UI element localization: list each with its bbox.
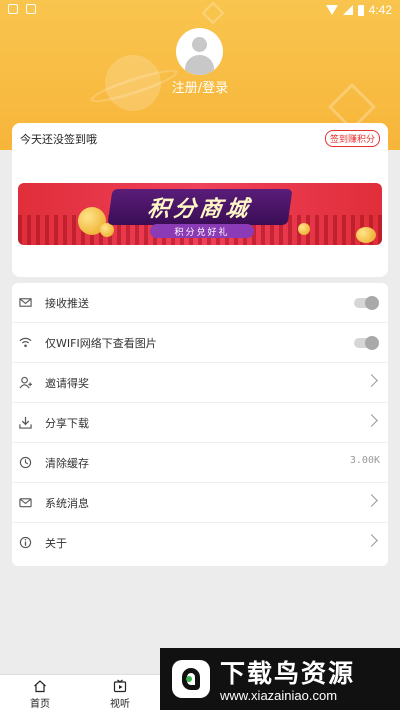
signal-icon: [342, 5, 353, 15]
mail-icon: [19, 298, 32, 307]
watermark-url: www.xiazainiao.com: [220, 688, 338, 703]
watermark-overlay: 下载鸟资源 www.xiazainiao.com: [160, 648, 400, 710]
bird-logo-icon: [172, 660, 210, 698]
banner-subtitle: 积分兑好礼: [174, 227, 230, 238]
coin-icon: [356, 227, 376, 243]
banner-subtitle-box: 积分兑好礼: [150, 224, 254, 238]
wifi-status-icon: [325, 5, 338, 15]
menu-item-label: 分享下载: [45, 417, 89, 430]
tab-label: 视听: [110, 699, 130, 710]
menu-item-system-messages[interactable]: 系统消息: [12, 483, 388, 523]
user-add-icon: [19, 376, 32, 389]
avatar[interactable]: [176, 28, 223, 75]
wifi-images-toggle[interactable]: [354, 336, 379, 350]
chevron-right-icon: [365, 534, 378, 547]
tab-label: 首页: [30, 699, 50, 710]
chevron-right-icon: [365, 374, 378, 387]
tab-home[interactable]: 首页: [15, 677, 65, 710]
signin-button[interactable]: 签到赚积分: [324, 130, 380, 147]
menu-item-invite[interactable]: 邀请得奖: [12, 363, 388, 403]
menu-item-about[interactable]: 关于: [12, 523, 388, 563]
coin-icon: [298, 223, 310, 235]
push-toggle[interactable]: [354, 296, 379, 310]
menu-item-push[interactable]: 接收推送: [12, 283, 388, 323]
menu-item-label: 邀请得奖: [45, 377, 89, 390]
chevron-right-icon: [365, 494, 378, 507]
menu-item-label: 仅WIFI网络下查看图片: [45, 337, 157, 350]
avatar-head: [192, 37, 207, 52]
signin-prompt: 今天还没签到哦: [20, 133, 97, 146]
avatar-body: [185, 55, 214, 75]
notification-icon: [26, 4, 36, 14]
notification-icon: [8, 4, 18, 14]
video-icon: [113, 679, 127, 693]
envelope-icon: [19, 498, 32, 508]
menu-item-share[interactable]: 分享下载: [12, 403, 388, 443]
download-icon: [19, 416, 32, 429]
login-register-link[interactable]: 注册/登录: [0, 77, 400, 96]
status-icons: 4:42: [325, 3, 392, 17]
menu-item-label: 清除缓存: [45, 457, 89, 470]
battery-icon: [357, 4, 364, 16]
tab-media[interactable]: 视听: [95, 677, 145, 710]
menu-item-clear-cache[interactable]: 清除缓存 3.00K: [12, 443, 388, 483]
watermark-title: 下载鸟资源: [220, 659, 356, 688]
home-icon: [34, 680, 46, 693]
menu-item-label: 关于: [45, 537, 67, 550]
clock-icon: [19, 456, 32, 469]
menu-item-label: 接收推送: [45, 297, 89, 310]
clock-time: 4:42: [368, 3, 392, 17]
chevron-right-icon: [365, 414, 378, 427]
info-icon: [19, 536, 32, 549]
cache-size-value: 3.00K: [349, 455, 380, 466]
banner-title-box: 积分商城: [107, 189, 293, 225]
menu-item-label: 系统消息: [45, 497, 89, 510]
notification-icons: [8, 4, 36, 14]
wifi-icon: [19, 337, 32, 348]
status-bar: 4:42: [0, 0, 400, 20]
banner-title: 积分商城: [145, 197, 254, 222]
settings-menu: 接收推送 仅WIFI网络下查看图片 邀请得奖 分享下载 清除缓存 3.00K 系…: [12, 283, 388, 566]
points-mall-banner[interactable]: 积分商城 积分兑好礼: [18, 183, 382, 245]
coin-icon: [100, 223, 114, 237]
menu-item-wifi-images[interactable]: 仅WIFI网络下查看图片: [12, 323, 388, 363]
signin-card: 今天还没签到哦 签到赚积分 积分商城 积分兑好礼: [12, 123, 388, 277]
